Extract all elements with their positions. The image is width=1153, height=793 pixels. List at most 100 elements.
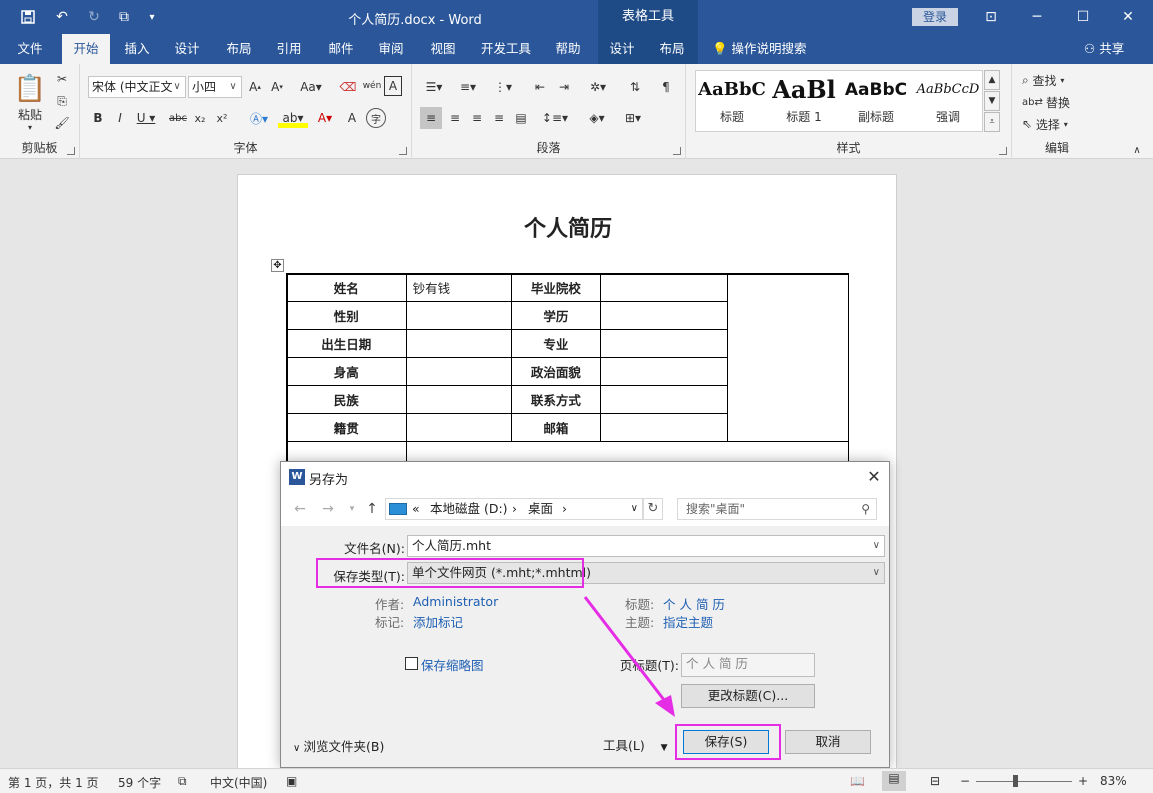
tags-value[interactable]: 添加标记 bbox=[413, 612, 463, 631]
italic-icon[interactable]: I bbox=[112, 108, 128, 128]
tab-home[interactable]: 开始 bbox=[62, 34, 110, 64]
cut-icon[interactable]: ✂ bbox=[52, 70, 72, 88]
tools-button[interactable]: 工具(L) ▼ bbox=[603, 735, 668, 754]
table-cell[interactable]: 钞有钱 bbox=[405, 273, 513, 302]
zoom-in-icon[interactable]: + bbox=[1078, 774, 1088, 788]
style-title[interactable]: AaBbC 标题 bbox=[696, 72, 768, 130]
save-icon[interactable] bbox=[16, 6, 40, 28]
justify-icon[interactable]: ≡ bbox=[488, 107, 510, 129]
maximize-button[interactable]: ☐ bbox=[1072, 6, 1094, 28]
line-spacing-icon[interactable]: ↕≡▾ bbox=[540, 107, 570, 129]
forward-arrow-icon[interactable]: → bbox=[319, 501, 337, 517]
text-effects-icon[interactable]: Ⓐ▾ bbox=[244, 108, 274, 128]
table-cell[interactable]: 出生日期 bbox=[286, 329, 407, 358]
table-cell[interactable]: 毕业院校 bbox=[511, 273, 601, 302]
strikethrough-icon[interactable]: abc bbox=[166, 108, 190, 128]
minimize-button[interactable]: ─ bbox=[1026, 6, 1048, 28]
highlight-icon[interactable]: ab▾ bbox=[278, 108, 308, 128]
table-cell[interactable]: 联系方式 bbox=[511, 385, 601, 414]
table-move-handle-icon[interactable]: ✥ bbox=[271, 259, 284, 272]
copy-icon[interactable]: ⎘ bbox=[52, 92, 72, 110]
table-cell[interactable]: 姓名 bbox=[286, 273, 407, 302]
bold-icon[interactable]: B bbox=[90, 108, 106, 128]
breadcrumb-separator[interactable]: › bbox=[512, 499, 517, 519]
undo-icon[interactable]: ↶ bbox=[50, 6, 74, 28]
grow-font-icon[interactable]: A ▴ bbox=[246, 76, 264, 98]
recent-locations-icon[interactable]: ▾ bbox=[343, 501, 361, 517]
styles-scroll-down-icon[interactable]: ▼ bbox=[984, 91, 1000, 111]
filename-field[interactable]: 个人简历.mht ∨ bbox=[407, 535, 885, 557]
table-cell[interactable] bbox=[599, 357, 729, 386]
search-input[interactable]: 搜索"桌面" ⚲ bbox=[677, 498, 877, 520]
borders-icon[interactable]: ⊞▾ bbox=[618, 107, 648, 129]
breadcrumb-separator[interactable]: › bbox=[562, 499, 567, 519]
ribbon-display-options-icon[interactable]: ⊡ bbox=[980, 6, 1002, 28]
proofing-icon[interactable]: ⧉ bbox=[178, 774, 187, 789]
clear-formatting-icon[interactable]: ⌫ bbox=[338, 76, 358, 98]
table-cell[interactable] bbox=[599, 273, 729, 302]
close-button[interactable]: ✕ bbox=[1117, 6, 1139, 28]
up-arrow-icon[interactable]: ↑ bbox=[363, 501, 381, 517]
show-marks-icon[interactable]: ¶ bbox=[656, 76, 676, 98]
thumbnail-label[interactable]: 保存缩略图 bbox=[421, 655, 484, 674]
table-cell[interactable]: 籍贯 bbox=[286, 413, 407, 442]
zoom-slider-thumb[interactable] bbox=[1013, 775, 1018, 787]
tab-insert[interactable]: 插入 bbox=[116, 34, 158, 64]
tab-developer[interactable]: 开发工具 bbox=[474, 34, 538, 64]
redo-icon[interactable]: ↻ bbox=[82, 6, 106, 28]
table-cell[interactable]: 邮箱 bbox=[511, 413, 601, 442]
table-cell[interactable]: 专业 bbox=[511, 329, 601, 358]
breadcrumb-folder[interactable]: 桌面 bbox=[528, 499, 553, 519]
page-title-field[interactable]: 个 人 简 历 bbox=[681, 653, 815, 677]
web-layout-icon[interactable]: ⊟ bbox=[930, 774, 940, 788]
breadcrumb-prefix[interactable]: « bbox=[412, 499, 420, 519]
table-cell[interactable]: 政治面貌 bbox=[511, 357, 601, 386]
table-cell[interactable] bbox=[405, 357, 513, 386]
tab-view[interactable]: 视图 bbox=[422, 34, 464, 64]
numbering-icon[interactable]: ≡▾ bbox=[454, 76, 482, 98]
bullets-icon[interactable]: ☰▾ bbox=[420, 76, 448, 98]
table-cell[interactable]: 性别 bbox=[286, 301, 407, 330]
tab-file[interactable]: 文件 bbox=[8, 34, 52, 64]
align-right-icon[interactable]: ≡ bbox=[466, 107, 488, 129]
find-button[interactable]: ⌕ 查找 ▾ bbox=[1022, 70, 1092, 90]
table-cell[interactable] bbox=[599, 329, 729, 358]
read-mode-icon[interactable]: 📖 bbox=[850, 774, 865, 788]
table-cell[interactable]: 身高 bbox=[286, 357, 407, 386]
style-heading-1[interactable]: AaBl 标题 1 bbox=[768, 72, 840, 130]
touch-mode-icon[interactable]: ⧉ bbox=[112, 6, 136, 28]
shading-icon[interactable]: ◈▾ bbox=[582, 107, 612, 129]
sort-icon[interactable]: ⇅ bbox=[624, 76, 646, 98]
format-painter-icon[interactable]: 🖌 bbox=[52, 114, 72, 132]
distributed-icon[interactable]: ▤ bbox=[510, 107, 532, 129]
character-border-icon[interactable]: A bbox=[384, 76, 402, 96]
word-count[interactable]: 59 个字 bbox=[118, 774, 161, 791]
font-launcher-icon[interactable] bbox=[399, 147, 407, 155]
browse-folders-button[interactable]: ∨ 浏览文件夹(B) bbox=[293, 736, 384, 755]
tab-table-layout[interactable]: 布局 bbox=[646, 34, 698, 64]
paste-button[interactable]: 粘贴 bbox=[10, 106, 50, 122]
replace-button[interactable]: ab⇄ 替换 bbox=[1022, 92, 1092, 112]
chevron-down-icon[interactable]: ∨ bbox=[631, 499, 638, 519]
chinese-layout-icon[interactable]: ✲▾ bbox=[584, 76, 612, 98]
close-icon[interactable]: ✕ bbox=[863, 466, 885, 488]
font-color-icon[interactable]: A▾ bbox=[312, 108, 338, 128]
table-cell[interactable] bbox=[405, 385, 513, 414]
phonetic-guide-icon[interactable]: wén bbox=[362, 74, 382, 98]
login-button[interactable]: 登录 bbox=[912, 8, 958, 26]
table-cell[interactable]: 学历 bbox=[511, 301, 601, 330]
tab-references[interactable]: 引用 bbox=[268, 34, 310, 64]
tab-mailings[interactable]: 邮件 bbox=[320, 34, 362, 64]
table-cell[interactable] bbox=[599, 301, 729, 330]
change-case-icon[interactable]: Aa▾ bbox=[296, 76, 326, 98]
style-emphasis[interactable]: AaBbCcD 强调 bbox=[912, 72, 984, 130]
back-arrow-icon[interactable]: ← bbox=[291, 501, 309, 517]
subscript-icon[interactable]: x₂ bbox=[192, 108, 208, 128]
author-value[interactable]: Administrator bbox=[413, 594, 498, 609]
zoom-level[interactable]: 83% bbox=[1100, 774, 1127, 788]
tab-design[interactable]: 设计 bbox=[166, 34, 208, 64]
photo-cell[interactable] bbox=[727, 273, 849, 442]
align-left-icon[interactable]: ≡ bbox=[420, 107, 442, 129]
tab-help[interactable]: 帮助 bbox=[546, 34, 590, 64]
multilevel-list-icon[interactable]: ⋮▾ bbox=[488, 76, 518, 98]
